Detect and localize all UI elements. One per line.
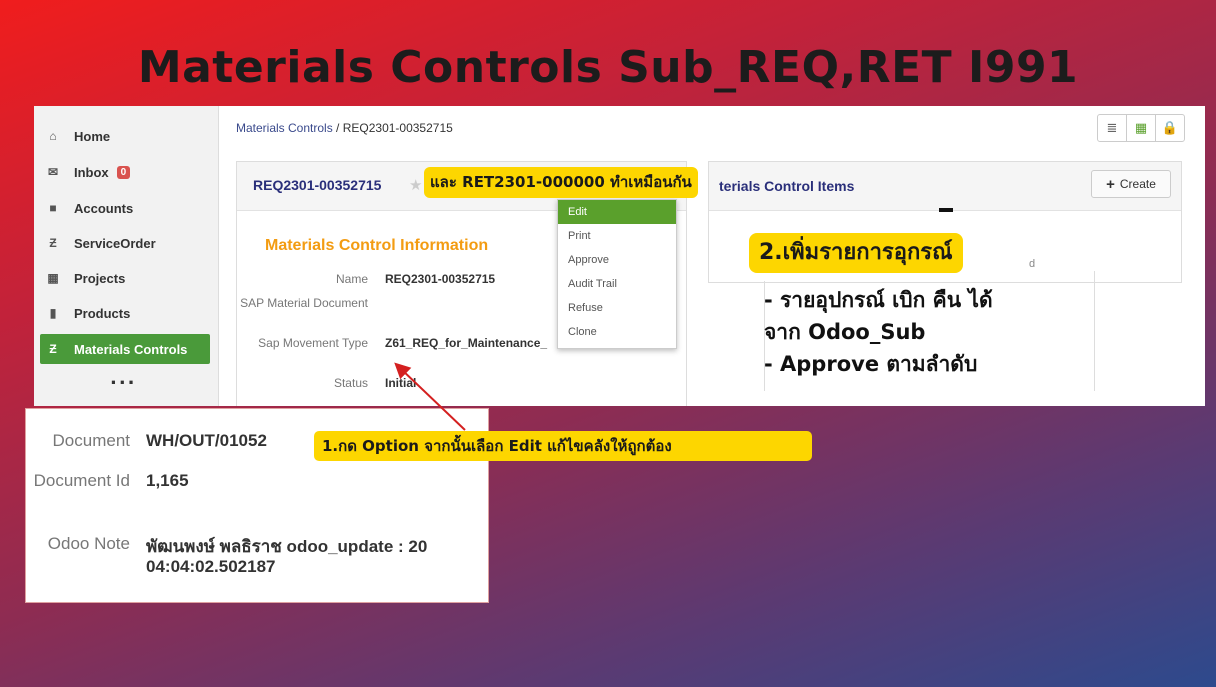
- annotation-bullets: - รายอุปกรณ์ เบิก คืน ได้ จาก Odoo_Sub -…: [764, 284, 1094, 380]
- sidebar-item-label: Home: [74, 128, 111, 144]
- breadcrumb: Materials Controls / REQ2301-00352715: [236, 121, 453, 135]
- annotation-same-for-ret: และ RET2301-000000 ทำเหมือนกัน: [424, 167, 698, 198]
- inbox-count-badge: 0: [116, 165, 131, 179]
- field-label-sap-material-document: SAP Material Document: [240, 296, 368, 310]
- breadcrumb-current: REQ2301-00352715: [342, 121, 453, 135]
- items-panel-title: terials Control Items: [719, 178, 855, 194]
- annotation-step1: 1.กด Option จากนั้นเลือก Edit แก้ไขคลังใ…: [314, 431, 812, 461]
- breadcrumb-parent-link[interactable]: Materials Controls: [236, 121, 333, 135]
- sidebar-item-materials-controls[interactable]: Ƶ Materials Controls: [40, 334, 210, 364]
- menu-item-clone[interactable]: Clone: [558, 320, 676, 344]
- star-icon[interactable]: ★: [409, 176, 422, 194]
- slide-title: Materials Controls Sub_REQ,RET I991: [137, 42, 1079, 93]
- field-label-name: Name: [335, 272, 368, 286]
- field-value-sap-movement-type: Z61_REQ_for_Maintenance_: [385, 336, 548, 350]
- field-label-sap-movement-type: Sap Movement Type: [258, 336, 368, 350]
- sidebar-item-products[interactable]: ▮ Products: [40, 299, 208, 327]
- detail-value-document-id: 1,165: [146, 471, 189, 490]
- bullet-line: - Approve ตามลำดับ: [764, 352, 978, 376]
- detail-value-odoo-note: พัฒนพงษ์ พลธิราช odoo_update : 20: [146, 537, 428, 556]
- create-button[interactable]: + Create: [1091, 170, 1171, 198]
- home-icon: ⌂: [49, 129, 57, 143]
- section-title: Materials Control Information: [265, 237, 489, 254]
- kanban-view-icon[interactable]: ≣: [1098, 115, 1127, 141]
- view-switcher: ≣ ▦ 🔒: [1097, 114, 1185, 142]
- field-value-status: Initial: [385, 376, 417, 390]
- field-label-status: Status: [333, 376, 368, 390]
- options-dropdown: Edit Print Approve Audit Trail Refuse Cl…: [557, 199, 677, 349]
- folder-icon: ■: [49, 201, 57, 215]
- record-title: REQ2301-00352715: [253, 177, 382, 193]
- sidebar: ⌂ Home ✉ Inbox 0 ■ Accounts Ƶ ServiceOrd…: [34, 106, 219, 406]
- envelope-icon: ✉: [47, 165, 59, 179]
- menu-item-audit-trail[interactable]: Audit Trail: [558, 272, 676, 296]
- menu-item-refuse[interactable]: Refuse: [558, 296, 676, 320]
- partial-text: d: [1029, 258, 1036, 270]
- detail-value-odoo-note-line2: 04:04:02.502187: [146, 557, 276, 576]
- detail-label-document-id: Document Id: [33, 471, 130, 490]
- menu-item-approve[interactable]: Approve: [558, 248, 676, 272]
- breadcrumb-separator: /: [332, 121, 343, 135]
- sidebar-item-label: Products: [74, 305, 131, 321]
- sidebar-item-projects[interactable]: ▦ Projects: [40, 264, 208, 292]
- sidebar-item-label: Projects: [74, 270, 126, 286]
- items-panel-header: terials Control Items + Create: [709, 162, 1181, 211]
- plus-icon: +: [1106, 175, 1115, 193]
- bullet-line: - รายอุปกรณ์ เบิก คืน ได้: [764, 288, 993, 312]
- menu-item-edit[interactable]: Edit: [558, 200, 676, 224]
- lock-icon[interactable]: 🔒: [1156, 115, 1184, 141]
- sidebar-item-inbox[interactable]: ✉ Inbox 0: [40, 158, 208, 186]
- sidebar-more[interactable]: ...: [110, 368, 137, 389]
- annotation-step2: 2.เพิ่มรายการอุกรณ์: [749, 233, 963, 273]
- sidebar-item-label: ServiceOrder: [74, 235, 156, 251]
- field-value-name: REQ2301-00352715: [385, 272, 496, 286]
- detail-label-odoo-note: Odoo Note: [47, 534, 130, 553]
- briefcase-icon: ▦: [47, 271, 59, 285]
- divider: [1094, 271, 1095, 391]
- partial-glyph: [939, 208, 953, 212]
- detail-label-document: Document: [52, 431, 130, 450]
- menu-item-print[interactable]: Print: [558, 224, 676, 248]
- sidebar-item-label: Materials Controls: [74, 341, 188, 357]
- sidebar-item-accounts[interactable]: ■ Accounts: [40, 194, 208, 222]
- box-icon: ▮: [49, 306, 57, 320]
- bullet-line: จาก Odoo_Sub: [764, 320, 926, 344]
- sidebar-item-serviceorder[interactable]: Ƶ ServiceOrder: [40, 229, 208, 257]
- create-button-label: Create: [1119, 177, 1156, 191]
- z-icon: Ƶ: [49, 236, 57, 250]
- z-icon: Ƶ: [49, 342, 57, 356]
- sidebar-item-label: Inbox: [74, 164, 109, 180]
- sidebar-item-label: Accounts: [74, 200, 134, 216]
- detail-value-document: WH/OUT/01052: [146, 431, 267, 450]
- grid-view-icon[interactable]: ▦: [1127, 115, 1156, 141]
- sidebar-item-home[interactable]: ⌂ Home: [40, 122, 208, 150]
